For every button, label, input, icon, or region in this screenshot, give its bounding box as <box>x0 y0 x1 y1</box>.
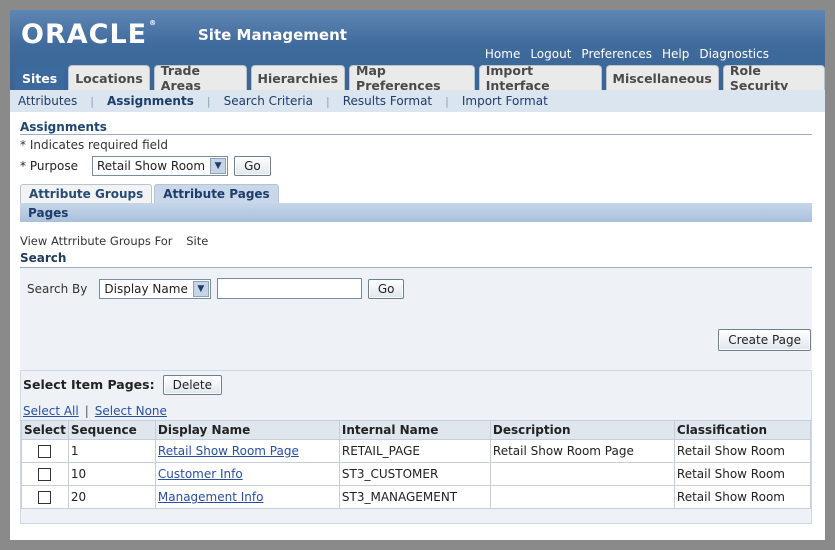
subtab-separator: | <box>90 94 94 108</box>
search-title: Search <box>20 251 67 265</box>
link-separator: | <box>84 404 89 418</box>
classification-cell: Retail Show Room <box>673 439 812 463</box>
table-row: 1 Retail Show Room Page RETAIL_PAGE Reta… <box>21 439 812 463</box>
row-select-cell <box>21 485 69 509</box>
global-links: Home Logout Preferences Help Diagnostics <box>485 47 769 61</box>
description-cell <box>489 485 675 509</box>
table-header-row: Select Sequence Display Name Internal Na… <box>21 420 812 440</box>
display-name-cell: Management Info <box>154 485 340 509</box>
sequence-cell: 10 <box>67 462 156 486</box>
preferences-link[interactable]: Preferences <box>581 47 652 61</box>
item-pages-table: Select Sequence Display Name Internal Na… <box>21 420 812 509</box>
select-item-pages-label: Select Item Pages: <box>23 377 155 392</box>
chevron-down-icon: ▼ <box>192 280 209 297</box>
oracle-logo: ORACLE ® <box>21 19 158 50</box>
help-link[interactable]: Help <box>662 47 689 61</box>
sequence-cell: 1 <box>67 439 156 463</box>
pages-section-header: Pages <box>20 203 812 222</box>
tab-sites[interactable]: Sites <box>15 65 65 90</box>
create-page-button[interactable]: Create Page <box>718 329 811 351</box>
search-by-value: Display Name <box>104 281 188 296</box>
tab-role-security[interactable]: Role Security <box>722 63 825 93</box>
tab-import-interface[interactable]: Import Interface <box>478 63 602 93</box>
logout-link[interactable]: Logout <box>530 47 571 61</box>
select-all-link[interactable]: Select All <box>23 404 79 418</box>
column-header-sequence: Sequence <box>67 420 156 440</box>
column-header-classification: Classification <box>673 420 812 440</box>
subtab-results-format[interactable]: Results Format <box>343 94 432 108</box>
search-by-label: Search By <box>27 281 88 296</box>
selection-links: Select All | Select None <box>23 404 167 418</box>
subtab-search-criteria[interactable]: Search Criteria <box>224 94 313 108</box>
search-go-button[interactable]: Go <box>367 278 405 299</box>
purpose-label: * Purpose <box>20 159 78 173</box>
description-cell <box>489 462 675 486</box>
subtab-separator: | <box>325 94 330 108</box>
page-tabs: Attribute Groups Attribute Pages <box>20 184 279 203</box>
description-cell: Retail Show Room Page <box>489 439 675 463</box>
item-pages-table-region: Select Item Pages: Delete Select All | S… <box>20 370 812 524</box>
subtab-assignments[interactable]: Assignments <box>107 94 194 108</box>
main-tabs: Sites Locations Trade Areas Hierarchies … <box>15 63 825 93</box>
tab-attribute-pages[interactable]: Attribute Pages <box>154 184 279 203</box>
tab-locations[interactable]: Locations <box>68 65 150 90</box>
view-value: Site <box>186 234 209 248</box>
page-title: Assignments <box>20 120 107 134</box>
subtab-separator: | <box>445 94 449 108</box>
logo-text: ORACLE <box>21 19 148 50</box>
column-header-description: Description <box>489 420 675 440</box>
row-checkbox[interactable] <box>38 491 52 504</box>
subtab-attributes[interactable]: Attributes <box>18 94 77 108</box>
purpose-select-value: Retail Show Room <box>96 159 206 173</box>
row-select-cell <box>21 439 69 463</box>
required-field-note: * Indicates required field <box>20 138 169 152</box>
chevron-down-icon: ▼ <box>210 158 227 174</box>
display-name-link[interactable]: Customer Info <box>158 467 243 481</box>
internal-name-cell: ST3_CUSTOMER <box>338 462 491 486</box>
row-select-cell <box>21 462 69 486</box>
title-divider <box>20 134 812 135</box>
purpose-row: * Purpose Retail Show Room ▼ Go <box>20 156 271 176</box>
tab-miscellaneous[interactable]: Miscellaneous <box>605 65 719 90</box>
tab-hierarchies[interactable]: Hierarchies <box>250 65 346 90</box>
display-name-cell: Retail Show Room Page <box>154 439 340 463</box>
tab-attribute-groups[interactable]: Attribute Groups <box>20 184 153 203</box>
delete-button[interactable]: Delete <box>162 374 223 395</box>
purpose-select[interactable]: Retail Show Room ▼ <box>91 156 229 176</box>
tab-map-preferences[interactable]: Map Preferences <box>349 63 475 93</box>
classification-cell: Retail Show Room <box>673 485 812 509</box>
select-none-link[interactable]: Select None <box>95 404 167 418</box>
column-header-internal-name: Internal Name <box>338 420 491 440</box>
display-name-cell: Customer Info <box>154 462 340 486</box>
home-link[interactable]: Home <box>485 47 520 61</box>
page-frame: ORACLE ® Site Management Home Logout Pref… <box>10 10 825 540</box>
table-toolbar: Select Item Pages: Delete <box>21 371 811 398</box>
internal-name-cell: ST3_MANAGEMENT <box>338 485 491 509</box>
subtab-import-format[interactable]: Import Format <box>462 94 548 108</box>
search-row: Search By Display Name ▼ Go <box>27 278 405 299</box>
sequence-cell: 20 <box>67 485 156 509</box>
app-title: Site Management <box>198 26 347 44</box>
row-checkbox[interactable] <box>38 445 52 458</box>
classification-cell: Retail Show Room <box>673 462 812 486</box>
table-row: 10 Customer Info ST3_CUSTOMER Retail Sho… <box>21 462 812 486</box>
table-row: 20 Management Info ST3_MANAGEMENT Retail… <box>21 485 812 509</box>
display-name-link[interactable]: Management Info <box>158 490 264 504</box>
diagnostics-link[interactable]: Diagnostics <box>699 47 769 61</box>
column-header-display-name: Display Name <box>154 420 340 440</box>
tab-trade-areas[interactable]: Trade Areas <box>153 63 247 93</box>
purpose-go-button[interactable]: Go <box>234 156 271 176</box>
subtab-separator: | <box>206 94 211 108</box>
search-input[interactable] <box>216 278 362 299</box>
view-attribute-groups-line: View Attrribute Groups For Site <box>20 234 208 248</box>
display-name-link[interactable]: Retail Show Room Page <box>158 444 299 458</box>
internal-name-cell: RETAIL_PAGE <box>338 439 491 463</box>
search-panel: Search By Display Name ▼ Go Create Page <box>20 267 812 379</box>
view-label: View Attrribute Groups For <box>20 234 173 248</box>
search-by-select[interactable]: Display Name ▼ <box>99 278 211 299</box>
sub-navigation: Attributes | Assignments | Search Criter… <box>10 90 825 112</box>
row-checkbox[interactable] <box>38 468 52 481</box>
column-header-select: Select <box>21 420 69 440</box>
